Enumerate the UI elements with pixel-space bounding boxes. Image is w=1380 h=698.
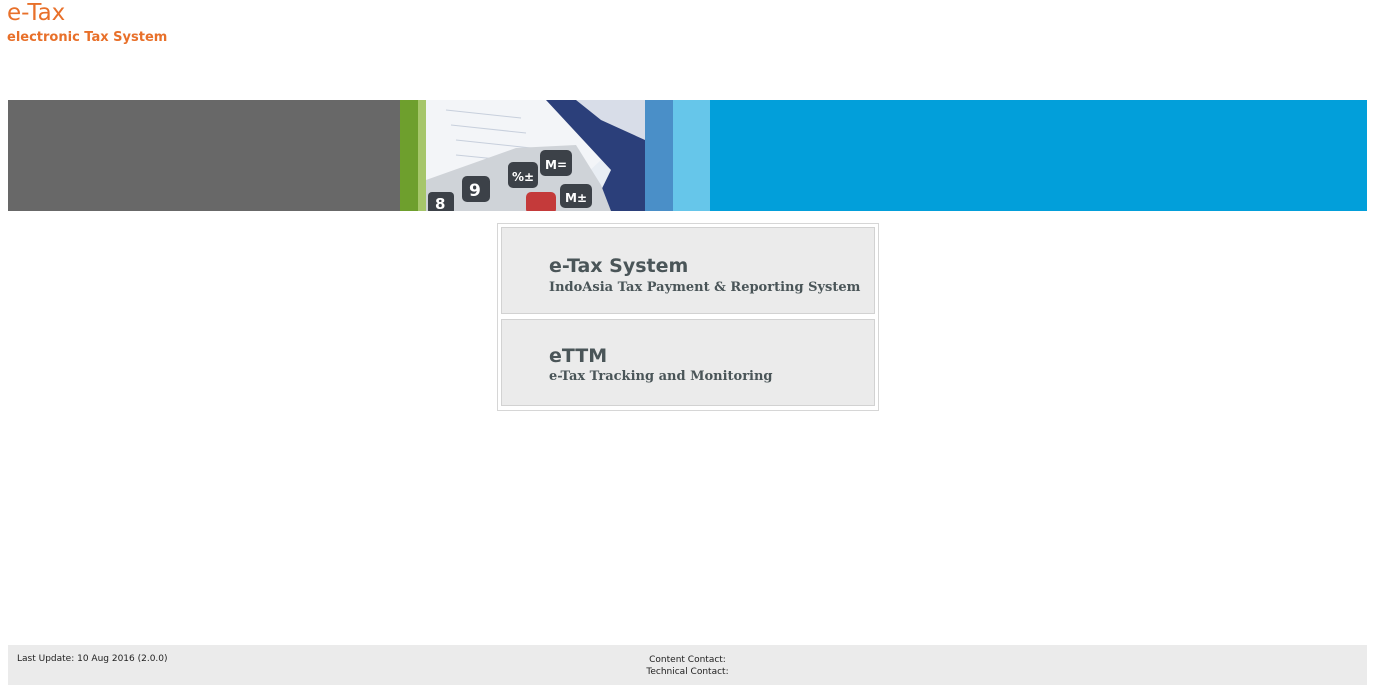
key-label-9: 9: [469, 181, 481, 201]
brand-title: e-Tax: [7, 0, 66, 26]
page-footer: Last Update: 10 Aug 2016 (2.0.0) Content…: [8, 645, 1367, 685]
header-banner: 8 9 %± M= M±: [8, 100, 1367, 211]
menu-item-description: IndoAsia Tax Payment & Reporting System: [549, 280, 861, 295]
site-header: e-Tax electronic Tax System: [7, 0, 167, 46]
menu-item-ettm[interactable]: eTTM e-Tax Tracking and Monitoring: [501, 319, 875, 406]
system-menu: e-Tax System IndoAsia Tax Payment & Repo…: [497, 223, 879, 411]
banner-light-blue-stripe: [673, 100, 710, 211]
calculator-photo: 8 9 %± M= M±: [426, 100, 645, 211]
content-contact-label: Content Contact:: [649, 655, 726, 665]
menu-item-title: eTTM: [549, 345, 608, 367]
menu-item-title: e-Tax System: [549, 255, 689, 277]
banner-green-stripe: [400, 100, 418, 211]
key-label-8: 8: [435, 195, 445, 211]
key-label-m-equals: M=: [545, 158, 567, 172]
footer-contacts: Content Contact: Technical Contact:: [8, 654, 1367, 678]
banner-gray-block: [8, 100, 400, 211]
banner-light-green-stripe: [418, 100, 426, 211]
menu-item-etax-system[interactable]: e-Tax System IndoAsia Tax Payment & Repo…: [501, 227, 875, 314]
menu-item-description: e-Tax Tracking and Monitoring: [549, 369, 773, 384]
brand-subtitle: electronic Tax System: [7, 30, 168, 45]
banner-mid-blue-stripe: [645, 100, 673, 211]
technical-contact-label: Technical Contact:: [646, 667, 729, 677]
key-label-m-plus: M±: [565, 191, 587, 205]
key-label-percent: %±: [512, 170, 534, 184]
